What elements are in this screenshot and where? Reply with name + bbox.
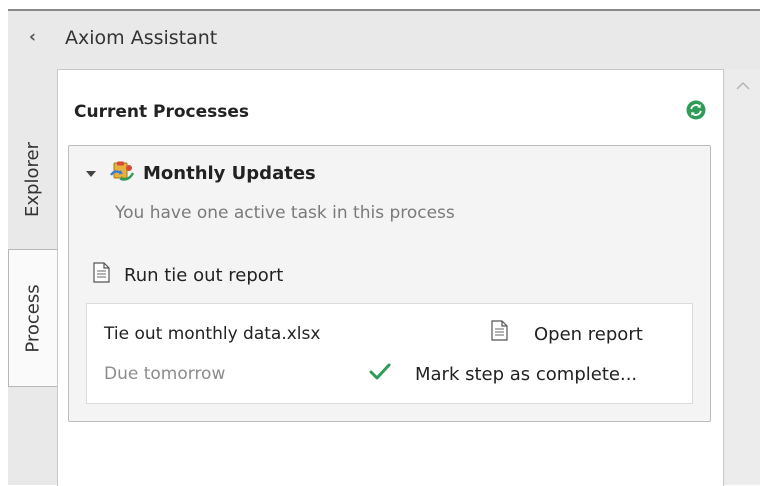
side-tabs: Explorer Process bbox=[8, 69, 58, 485]
title-bar: ‹ Axiom Assistant bbox=[8, 11, 760, 69]
app-title: Axiom Assistant bbox=[65, 27, 218, 49]
current-processes-panel: Current Processes Monthly Updates You ha… bbox=[57, 69, 724, 486]
tab-explorer-label: Explorer bbox=[22, 141, 44, 217]
process-subtitle: You have one active task in this process bbox=[115, 203, 455, 223]
checkmark-icon bbox=[369, 363, 391, 380]
task-name: Tie out monthly data.xlsx bbox=[104, 324, 321, 344]
process-card: Monthly Updates You have one active task… bbox=[68, 145, 711, 422]
open-report-label: Open report bbox=[534, 324, 643, 345]
refresh-icon[interactable] bbox=[686, 100, 706, 120]
tab-explorer[interactable]: Explorer bbox=[8, 109, 57, 249]
task-item: Tie out monthly data.xlsx Due tomorrow O… bbox=[86, 303, 693, 404]
panel-title: Current Processes bbox=[74, 102, 250, 122]
assistant-window: ‹ Axiom Assistant Explorer Process Curre… bbox=[8, 9, 760, 486]
report-document-icon bbox=[491, 320, 508, 341]
step-label: Run tie out report bbox=[124, 265, 284, 286]
task-due: Due tomorrow bbox=[104, 364, 226, 384]
process-title[interactable]: Monthly Updates bbox=[143, 163, 316, 184]
process-icon bbox=[110, 161, 135, 181]
collapse-chevron-icon[interactable]: ‹ bbox=[29, 27, 43, 47]
scroll-up-arrow-icon[interactable] bbox=[735, 79, 751, 93]
document-icon bbox=[93, 262, 110, 283]
tab-process[interactable]: Process bbox=[8, 249, 58, 387]
mark-complete-label: Mark step as complete... bbox=[415, 364, 638, 385]
vertical-scrollbar[interactable] bbox=[726, 69, 760, 485]
tab-process-label: Process bbox=[23, 283, 45, 353]
expand-collapse-triangle-icon[interactable] bbox=[85, 168, 97, 180]
